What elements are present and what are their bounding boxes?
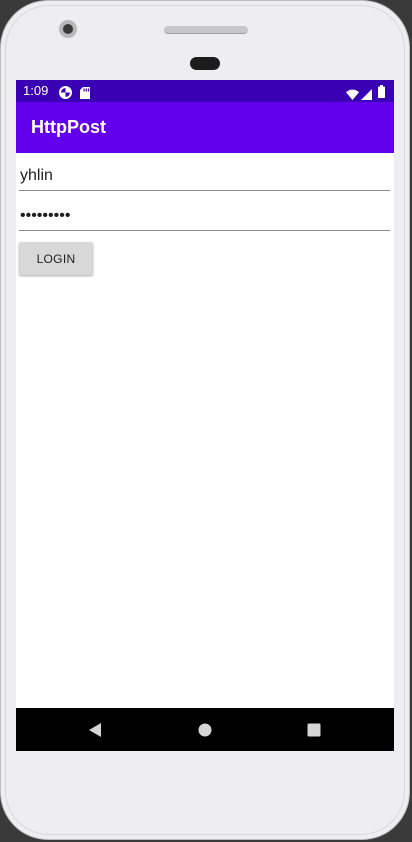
home-icon[interactable] bbox=[194, 719, 216, 741]
login-button[interactable]: LOGIN bbox=[19, 242, 93, 275]
data-saver-icon bbox=[59, 84, 72, 103]
earpiece bbox=[190, 57, 220, 70]
status-bar: 1:09 bbox=[16, 80, 394, 102]
status-time: 1:09 bbox=[23, 83, 49, 98]
recents-icon[interactable] bbox=[303, 719, 325, 741]
battery-icon bbox=[378, 83, 385, 102]
password-input[interactable] bbox=[19, 203, 390, 231]
speaker-grille bbox=[164, 26, 248, 34]
app-title: HttpPost bbox=[31, 117, 106, 137]
back-icon[interactable] bbox=[84, 719, 106, 741]
device-frame: 1:09 HttpPost yhlin LOGIN bbox=[0, 0, 410, 840]
app-bar: HttpPost bbox=[16, 102, 394, 153]
navigation-bar bbox=[16, 708, 394, 751]
device-screen: 1:09 HttpPost yhlin LOGIN bbox=[16, 80, 394, 751]
front-camera-icon bbox=[59, 20, 77, 38]
username-input[interactable] bbox=[19, 163, 390, 191]
sd-card-icon bbox=[80, 84, 90, 103]
